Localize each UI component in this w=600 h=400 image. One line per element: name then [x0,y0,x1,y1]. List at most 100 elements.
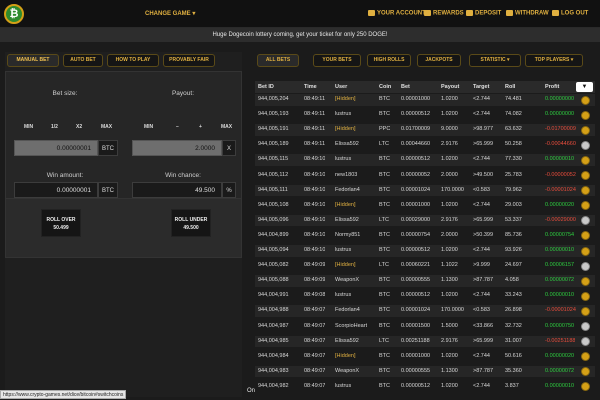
cell-user[interactable]: lustrus [335,381,351,393]
cell-bet-id[interactable]: 944,005,112 [258,170,288,182]
cell-bet-id[interactable]: 944,005,204 [258,94,289,106]
cell-user[interactable]: Fedorlan4 [335,185,360,197]
filter-button[interactable]: ▼ [576,82,593,92]
payout-increase-button[interactable]: + [199,124,202,130]
roll-under-button[interactable]: ROLL UNDER 49.500 [171,209,211,237]
table-row[interactable]: 944,004,991 08:49:08 lustrus BTC 0.00000512 1… [255,290,595,302]
table-row[interactable]: 944,005,204 08:49:11 [Hidden] BTC 0.00001000… [255,94,595,106]
table-row[interactable]: 944,005,088 08:49:09 WeaponX BTC 0.00000555 1… [255,275,595,287]
nav-rewards[interactable]: REWARDS [424,10,464,17]
roll-over-button[interactable]: ROLL OVER 50.499 [41,209,81,237]
cell-bet-id[interactable]: 944,004,982 [258,381,289,393]
cell-user[interactable]: [Hidden] [335,260,356,272]
bet-currency: BTC [98,140,118,156]
cell-bet-id[interactable]: 944,004,987 [258,321,289,333]
cell-user[interactable]: lustrus [335,290,351,302]
table-row[interactable]: 944,004,899 08:49:10 Normy851 BTC 0.00000754… [255,229,595,242]
bet-panel: MANUAL BET AUTO BET HOW TO PLAY PROVABLY… [5,52,242,397]
cell-user[interactable]: lustrus [335,109,351,121]
bet-max-button[interactable]: MAX [101,124,112,130]
cell-user[interactable]: Normy851 [335,230,360,242]
cell-time: 08:49:10 [304,247,326,253]
nav-withdraw[interactable]: WITHDRAW [506,10,549,17]
tab-auto-bet[interactable]: AUTO BET [63,54,103,67]
bet-min-button[interactable]: MIN [24,124,33,130]
table-row[interactable]: 944,005,193 08:49:11 lustrus BTC 0.00000512 1… [255,109,595,121]
cell-bet-id[interactable]: 944,005,189 [258,139,289,151]
cell-bet-id[interactable]: 944,005,115 [258,154,288,166]
cell-bet-id[interactable]: 944,004,899 [258,230,289,242]
cell-user[interactable]: Elissa592 [335,139,359,151]
table-row[interactable]: 944,005,111 08:49:10 Fedorlan4 BTC 0.0000102… [255,184,595,197]
tab-high-rolls[interactable]: HIGH ROLLS [367,54,411,67]
tab-how-to-play[interactable]: HOW TO PLAY [107,54,159,67]
cell-bet-id[interactable]: 944,005,094 [258,245,289,257]
cell-user[interactable]: [Hidden] [335,94,356,106]
tab-manual-bet[interactable]: MANUAL BET [7,54,59,67]
cell-user[interactable]: ScorpioHeart [335,321,367,333]
cell-user[interactable]: lustrus [335,245,351,257]
tab-provably-fair[interactable]: PROVABLY FAIR [163,54,215,67]
cell-user[interactable]: [Hidden] [335,351,356,363]
payout-decrease-button[interactable]: − [176,124,179,130]
cell-bet-id[interactable]: 944,005,111 [258,185,288,197]
cell-bet-id[interactable]: 944,005,096 [258,215,289,227]
cell-user[interactable]: [Hidden] [335,200,356,212]
tab-all-bets[interactable]: ALL BETS [257,54,299,67]
table-row[interactable]: 944,004,985 08:49:07 Elissa592 LTC 0.0025118… [255,335,595,348]
nav-change-game[interactable]: CHANGE GAME ▾ [145,10,195,17]
cell-bet-id[interactable]: 944,004,991 [258,290,289,302]
cell-user[interactable]: Fedorlan4 [335,305,360,317]
cell-bet-id[interactable]: 944,004,984 [258,351,289,363]
table-row[interactable]: 944,004,984 08:49:07 [Hidden] BTC 0.00001000… [255,350,595,363]
table-row[interactable]: 944,004,988 08:49:07 Fedorlan4 BTC 0.0000102… [255,305,595,317]
cell-user[interactable]: lustrus [335,154,351,166]
bet-size-input[interactable]: 0.00000001 [14,140,98,156]
cell-bet-id[interactable]: 944,005,193 [258,109,289,121]
payout-min-button[interactable]: MIN [144,124,153,130]
payout-max-button[interactable]: MAX [221,124,232,130]
tab-jackpots[interactable]: JACKPOTS [417,54,461,67]
tab-top-players[interactable]: TOP PLAYERS ▾ [525,54,583,67]
cell-user[interactable]: WeaponX [335,366,359,378]
bet-double-button[interactable]: X2 [76,124,82,130]
bet-half-button[interactable]: 1/2 [51,124,58,130]
table-row[interactable]: 944,005,096 08:49:10 Elissa592 LTC 0.0002900… [255,214,595,227]
cell-roll: 50.616 [505,352,522,359]
cell-bet: 0.00001500 [401,322,431,329]
table-row[interactable]: 944,005,115 08:49:10 lustrus BTC 0.00000512 1… [255,154,595,166]
table-row[interactable]: 944,005,191 08:49:11 [Hidden] PPC 0.01700009… [255,124,595,136]
cell-coin: BTC [379,96,390,102]
cell-user[interactable]: [Hidden] [335,124,356,136]
cell-bet-id[interactable]: 944,004,988 [258,305,289,317]
cell-user[interactable]: Elissa592 [335,336,359,348]
cell-bet-id[interactable]: 944,005,108 [258,200,289,212]
table-row[interactable]: 944,004,983 08:49:07 WeaponX BTC 0.00000555 1… [255,365,595,378]
cell-user[interactable]: WeaponX [335,275,359,287]
cell-bet-id[interactable]: 944,005,191 [258,124,289,136]
nav-deposit[interactable]: DEPOSIT [466,10,501,17]
cell-bet-id[interactable]: 944,004,985 [258,336,289,348]
table-row[interactable]: 944,005,189 08:49:11 Elissa592 LTC 0.0004466… [255,139,595,151]
table-row[interactable]: 944,005,112 08:49:10 new1803 BTC 0.00000052 2… [255,169,595,182]
cell-user[interactable]: new1803 [335,170,357,182]
coin-icon [581,231,590,241]
table-row[interactable]: 944,004,987 08:49:07 ScorpioHeart BTC 0.0000… [255,320,595,333]
cell-bet-id[interactable]: 944,004,983 [258,366,289,378]
payout-input[interactable]: 2.0000 [132,140,222,156]
cell-bet-id[interactable]: 944,005,082 [258,260,289,272]
announcement-banner[interactable]: Huge Dogecoin lottery coming, get your t… [0,28,600,42]
table-row[interactable]: 944,004,982 08:49:07 lustrus BTC 0.00000512 1… [255,380,595,393]
table-row[interactable]: 944,005,082 08:49:09 [Hidden] LTC 0.00060221… [255,260,595,272]
tab-your-bets[interactable]: YOUR BETS [313,54,361,67]
table-row[interactable]: 944,005,108 08:49:10 [Hidden] BTC 0.00001000… [255,199,595,212]
site-logo[interactable]: ₿ [4,4,24,24]
cell-bet-id[interactable]: 944,005,088 [258,275,289,287]
cell-bet: 0.00001024 [401,307,431,314]
nav-your-account[interactable]: YOUR ACCOUNT [368,10,426,17]
table-row[interactable]: 944,005,094 08:49:10 lustrus BTC 0.00000512 1… [255,245,595,257]
tab-statistic[interactable]: STATISTIC ▾ [469,54,521,67]
nav-log-out[interactable]: LOG OUT [552,10,588,17]
win-chance-input[interactable]: 49.500 [132,182,222,198]
cell-user[interactable]: Elissa592 [335,215,359,227]
